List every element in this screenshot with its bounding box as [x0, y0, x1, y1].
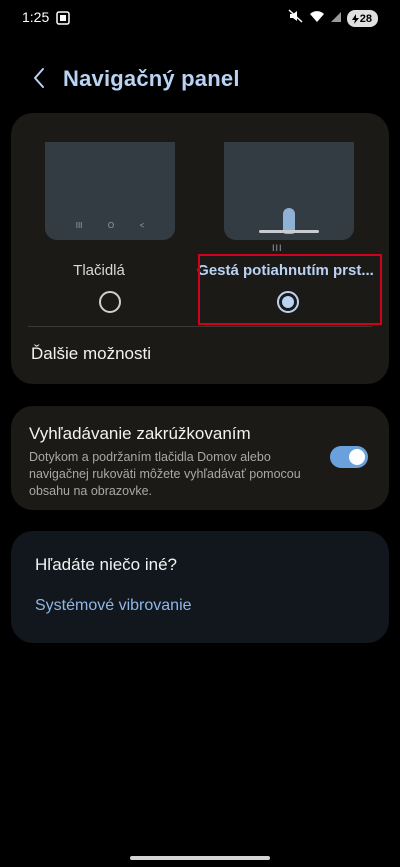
- battery-level: 28: [359, 12, 372, 25]
- gesture-hint-icon: III: [272, 243, 283, 253]
- looking-for-else-title: Hľadáte niečo iné?: [35, 555, 178, 574]
- page-title: Navigačný panel: [63, 66, 240, 91]
- chevron-left-icon: [32, 67, 46, 94]
- buttons-preview-image[interactable]: III O <: [45, 142, 175, 240]
- circle-to-search-description: Dotykom a podržaním tlačidla Domov alebo…: [29, 450, 301, 498]
- gesture-handle-bar: [259, 230, 319, 233]
- radio-gestures[interactable]: [277, 291, 299, 313]
- back-button[interactable]: [26, 66, 52, 94]
- circle-to-search-title: Vyhľadávanie zakrúžkovaním: [29, 424, 251, 443]
- back-glyph: <: [139, 221, 145, 230]
- mute-icon: [288, 9, 304, 28]
- system-vibration-link[interactable]: Systémové vibrovanie: [35, 597, 192, 615]
- more-options-item[interactable]: Ďalšie možnosti: [11, 327, 389, 384]
- preview-nav-buttons: III O <: [45, 221, 175, 230]
- wifi-icon: [309, 10, 325, 28]
- status-bar: 1:25 28: [0, 0, 400, 36]
- recents-glyph: III: [75, 221, 83, 230]
- home-glyph: O: [107, 221, 115, 230]
- circle-to-search-card[interactable]: Vyhľadávanie zakrúžkovaním Dotykom a pod…: [11, 406, 389, 510]
- option-buttons-label: Tlačidlá: [73, 262, 125, 279]
- looking-for-else-card: Hľadáte niečo iné? Systémové vibrovanie: [11, 531, 389, 643]
- signal-icon: [330, 10, 342, 28]
- toggle-knob: [349, 449, 365, 465]
- navigation-type-card: III O < III Tlačidlá Gestá potiahnutím p…: [11, 113, 389, 384]
- battery-icon: 28: [346, 10, 378, 27]
- status-time: 1:25: [22, 9, 50, 25]
- radio-buttons[interactable]: [99, 291, 121, 313]
- gestures-preview-image[interactable]: [224, 142, 354, 240]
- circle-to-search-toggle[interactable]: [330, 446, 368, 468]
- option-gestures-label: Gestá potiahnutím prst...: [197, 262, 374, 279]
- screenshot-icon: [56, 11, 70, 30]
- home-indicator[interactable]: [130, 856, 270, 860]
- header: Navigačný panel: [0, 60, 400, 100]
